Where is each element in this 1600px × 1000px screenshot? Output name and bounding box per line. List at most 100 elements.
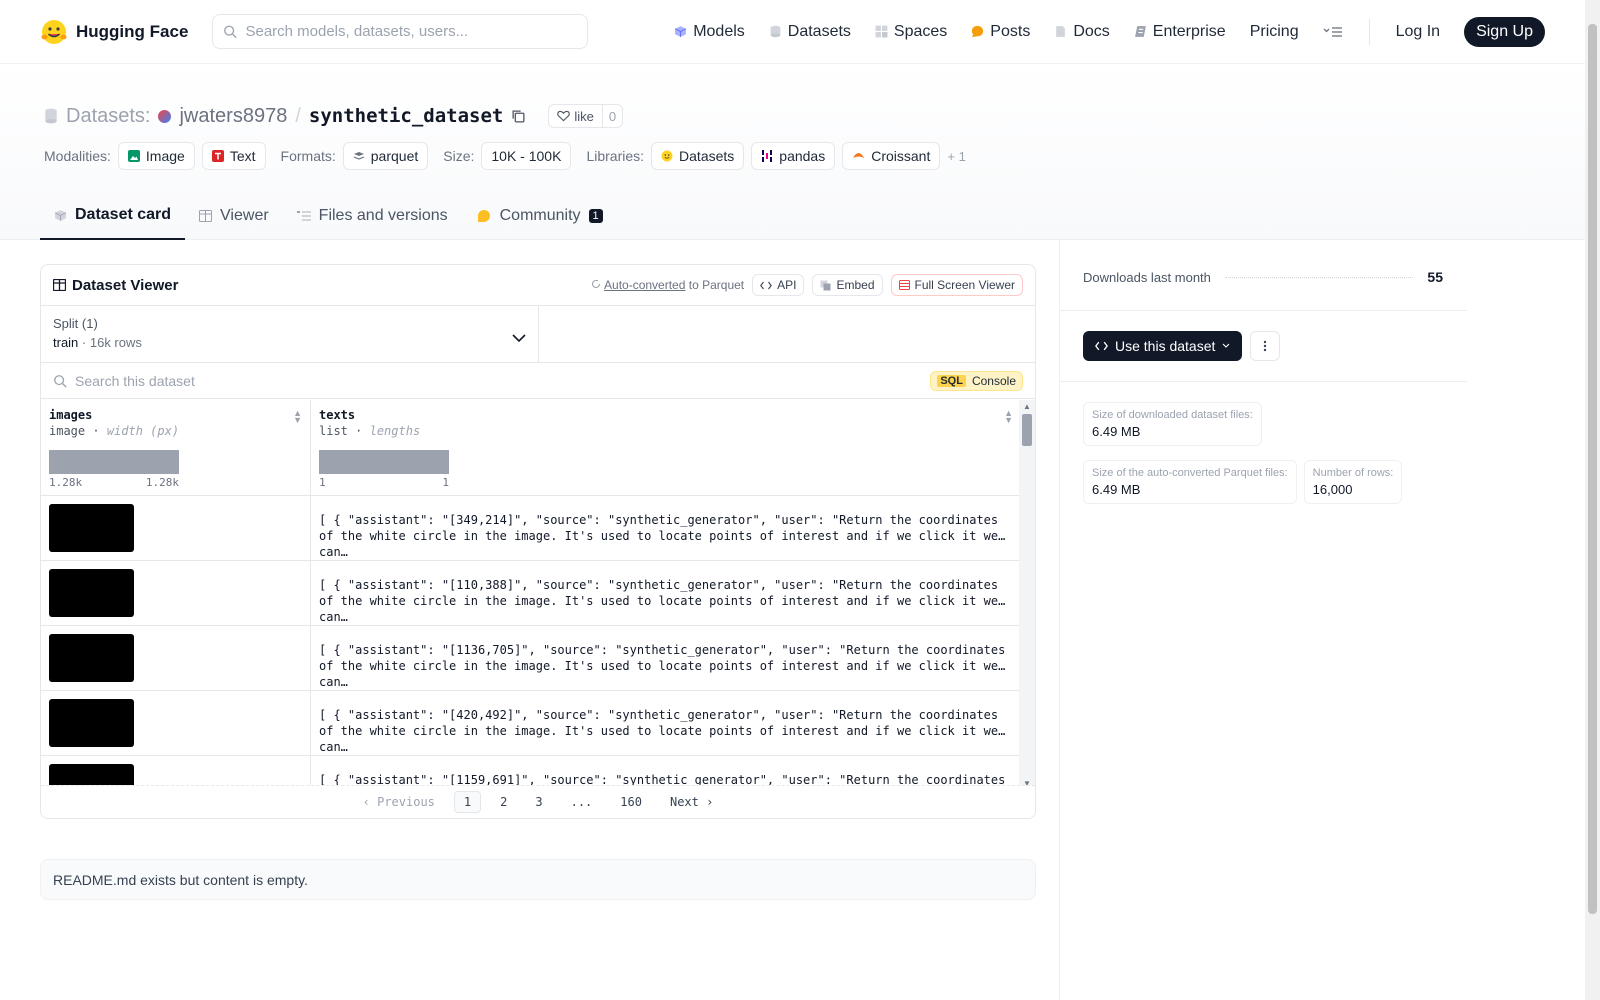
database-icon: [45, 108, 57, 124]
croissant-icon: [853, 153, 865, 158]
image-thumbnail[interactable]: [49, 699, 134, 747]
nav-datasets[interactable]: Datasets: [769, 23, 851, 41]
column-name-images: images: [49, 408, 93, 422]
column-type-texts: list · lengths: [319, 424, 421, 438]
like-toggle[interactable]: like: [549, 105, 603, 127]
global-search[interactable]: [212, 14, 589, 49]
scrollbar-thumb[interactable]: [1022, 414, 1032, 446]
image-thumbnail[interactable]: [49, 504, 134, 552]
text-cell[interactable]: [ { "assistant": "[110,388]", "source": …: [311, 561, 1021, 625]
table-row[interactable]: [ { "assistant": "[349,214]", "source": …: [41, 496, 1021, 561]
histogram-texts-min: 1: [319, 476, 326, 489]
tag-format-parquet[interactable]: parquet: [342, 142, 429, 170]
image-cell[interactable]: [41, 626, 311, 690]
nav-posts-label: Posts: [990, 22, 1031, 40]
files-tree-icon: [296, 211, 311, 221]
tag-library-pandas[interactable]: pandas: [751, 142, 836, 170]
signup-button[interactable]: Sign Up: [1464, 16, 1545, 47]
tag-modality-image-label: Image: [145, 148, 185, 164]
histogram-images[interactable]: [49, 450, 179, 474]
tag-modality-image[interactable]: Image: [117, 142, 195, 170]
nav-pricing[interactable]: Pricing: [1250, 23, 1299, 41]
table-row[interactable]: [ { "assistant": "[1136,705]", "source":…: [41, 626, 1021, 691]
tag-library-croissant[interactable]: Croissant: [842, 142, 941, 170]
more-libraries-button[interactable]: + 1: [947, 149, 965, 164]
image-thumbnail[interactable]: [49, 569, 134, 617]
text-icon: [211, 150, 224, 162]
nav-spaces[interactable]: Spaces: [875, 23, 947, 41]
brand-link[interactable]: Hugging Face: [40, 18, 188, 46]
image-cell[interactable]: [41, 561, 311, 625]
copy-icon[interactable]: [511, 109, 526, 124]
stat-row-count-value: 16,000: [1312, 482, 1353, 497]
sort-icon[interactable]: ▲ ▼: [1004, 409, 1013, 425]
like-count[interactable]: 0: [603, 109, 622, 124]
image-cell[interactable]: [41, 691, 311, 755]
nav-docs[interactable]: Docs: [1054, 23, 1110, 41]
auto-converted-link[interactable]: Auto-converted to Parquet: [591, 278, 744, 292]
full-screen-viewer-button[interactable]: Full Screen Viewer: [890, 274, 1023, 296]
embed-button[interactable]: Embed: [812, 274, 883, 296]
text-cell[interactable]: [ { "assistant": "[349,214]", "source": …: [311, 496, 1021, 560]
like-button[interactable]: like 0: [548, 104, 624, 128]
column-type-images-label: image: [49, 424, 86, 438]
repo-category-label: Datasets:: [66, 104, 151, 127]
tab-files[interactable]: Files and versions: [283, 192, 462, 240]
sql-console-button[interactable]: SQL Console: [930, 370, 1023, 391]
grid-scrollbar[interactable]: ▲ ▼: [1019, 400, 1035, 790]
dataset-search-input[interactable]: [75, 372, 923, 389]
tag-modality-text[interactable]: Text: [201, 142, 266, 170]
text-cell[interactable]: [ { "assistant": "[1136,705]", "source":…: [311, 626, 1021, 690]
nav-links: Models Datasets Spaces Posts Docs Enterp…: [674, 16, 1545, 47]
nav-models[interactable]: Models: [674, 23, 745, 41]
nav-more-menu[interactable]: [1323, 25, 1343, 39]
page-3-button[interactable]: 3: [526, 792, 551, 812]
repo-owner-link[interactable]: jwaters8978: [179, 105, 287, 128]
tag-size[interactable]: 10K - 100K: [481, 142, 572, 170]
histogram-texts[interactable]: [319, 450, 449, 474]
next-page-button[interactable]: Next ›: [661, 792, 722, 812]
column-header-images[interactable]: images image · width (px) 1.28k 1.28k ▲ ▼: [41, 400, 311, 495]
image-cell[interactable]: [41, 496, 311, 560]
scroll-up-icon[interactable]: ▲: [1023, 402, 1031, 411]
nav-divider: [1368, 18, 1370, 45]
global-search-input[interactable]: [245, 23, 578, 40]
tab-community[interactable]: Community 1: [462, 192, 617, 240]
tag-library-datasets[interactable]: Datasets: [651, 142, 745, 170]
more-options-button[interactable]: [1250, 331, 1281, 361]
page-1-button[interactable]: 1: [453, 791, 482, 813]
nav-posts[interactable]: Posts: [971, 23, 1030, 41]
stat-download-size: Size of downloaded dataset files: 6.49 MB: [1083, 402, 1262, 446]
table-row[interactable]: [ { "assistant": "[110,388]", "source": …: [41, 561, 1021, 626]
nav-enterprise[interactable]: Enterprise: [1134, 23, 1226, 41]
repo-tags: Modalities: Image Text Formats: parquet …: [44, 142, 966, 170]
page-160-button[interactable]: 160: [611, 792, 651, 812]
spaces-grid-icon: [875, 25, 888, 38]
repo-name-link[interactable]: synthetic_dataset: [309, 105, 503, 127]
nav-enterprise-label: Enterprise: [1152, 22, 1226, 40]
table-icon: [199, 210, 213, 222]
main-content: Dataset Viewer Auto-converted to Parquet…: [40, 264, 1036, 900]
repo-category[interactable]: Datasets:: [44, 105, 150, 128]
column-header-texts[interactable]: texts list · lengths 11 ▲ ▼: [311, 400, 1021, 495]
page-scrollbar-thumb[interactable]: [1588, 24, 1597, 914]
image-thumbnail[interactable]: [49, 634, 134, 682]
use-this-dataset-button[interactable]: Use this dataset: [1083, 331, 1243, 361]
repo-header: Datasets: jwaters8978 / synthetic_datase…: [0, 64, 1585, 240]
split-selector-row: Split (1) train · 16k rows: [41, 306, 1035, 363]
page-2-button[interactable]: 2: [491, 792, 516, 812]
previous-page-button[interactable]: ‹ Previous: [354, 792, 444, 812]
text-cell[interactable]: [ { "assistant": "[420,492]", "source": …: [311, 691, 1021, 755]
api-button[interactable]: API: [752, 274, 805, 296]
tab-viewer[interactable]: Viewer: [185, 192, 283, 240]
sort-icon[interactable]: ▲ ▼: [293, 409, 302, 425]
tag-modality-text-label: Text: [229, 148, 256, 164]
use-this-dataset-label: Use this dataset: [1115, 338, 1216, 354]
table-row[interactable]: [ { "assistant": "[420,492]", "source": …: [41, 691, 1021, 756]
split-selector[interactable]: Split (1) train · 16k rows: [41, 306, 539, 362]
tab-dataset-card[interactable]: Dataset card: [40, 192, 186, 240]
sql-tag: SQL: [937, 374, 966, 387]
page-scrollbar[interactable]: [1585, 0, 1600, 1000]
page-ellipsis: ...: [570, 795, 593, 809]
login-link[interactable]: Log In: [1396, 23, 1440, 41]
